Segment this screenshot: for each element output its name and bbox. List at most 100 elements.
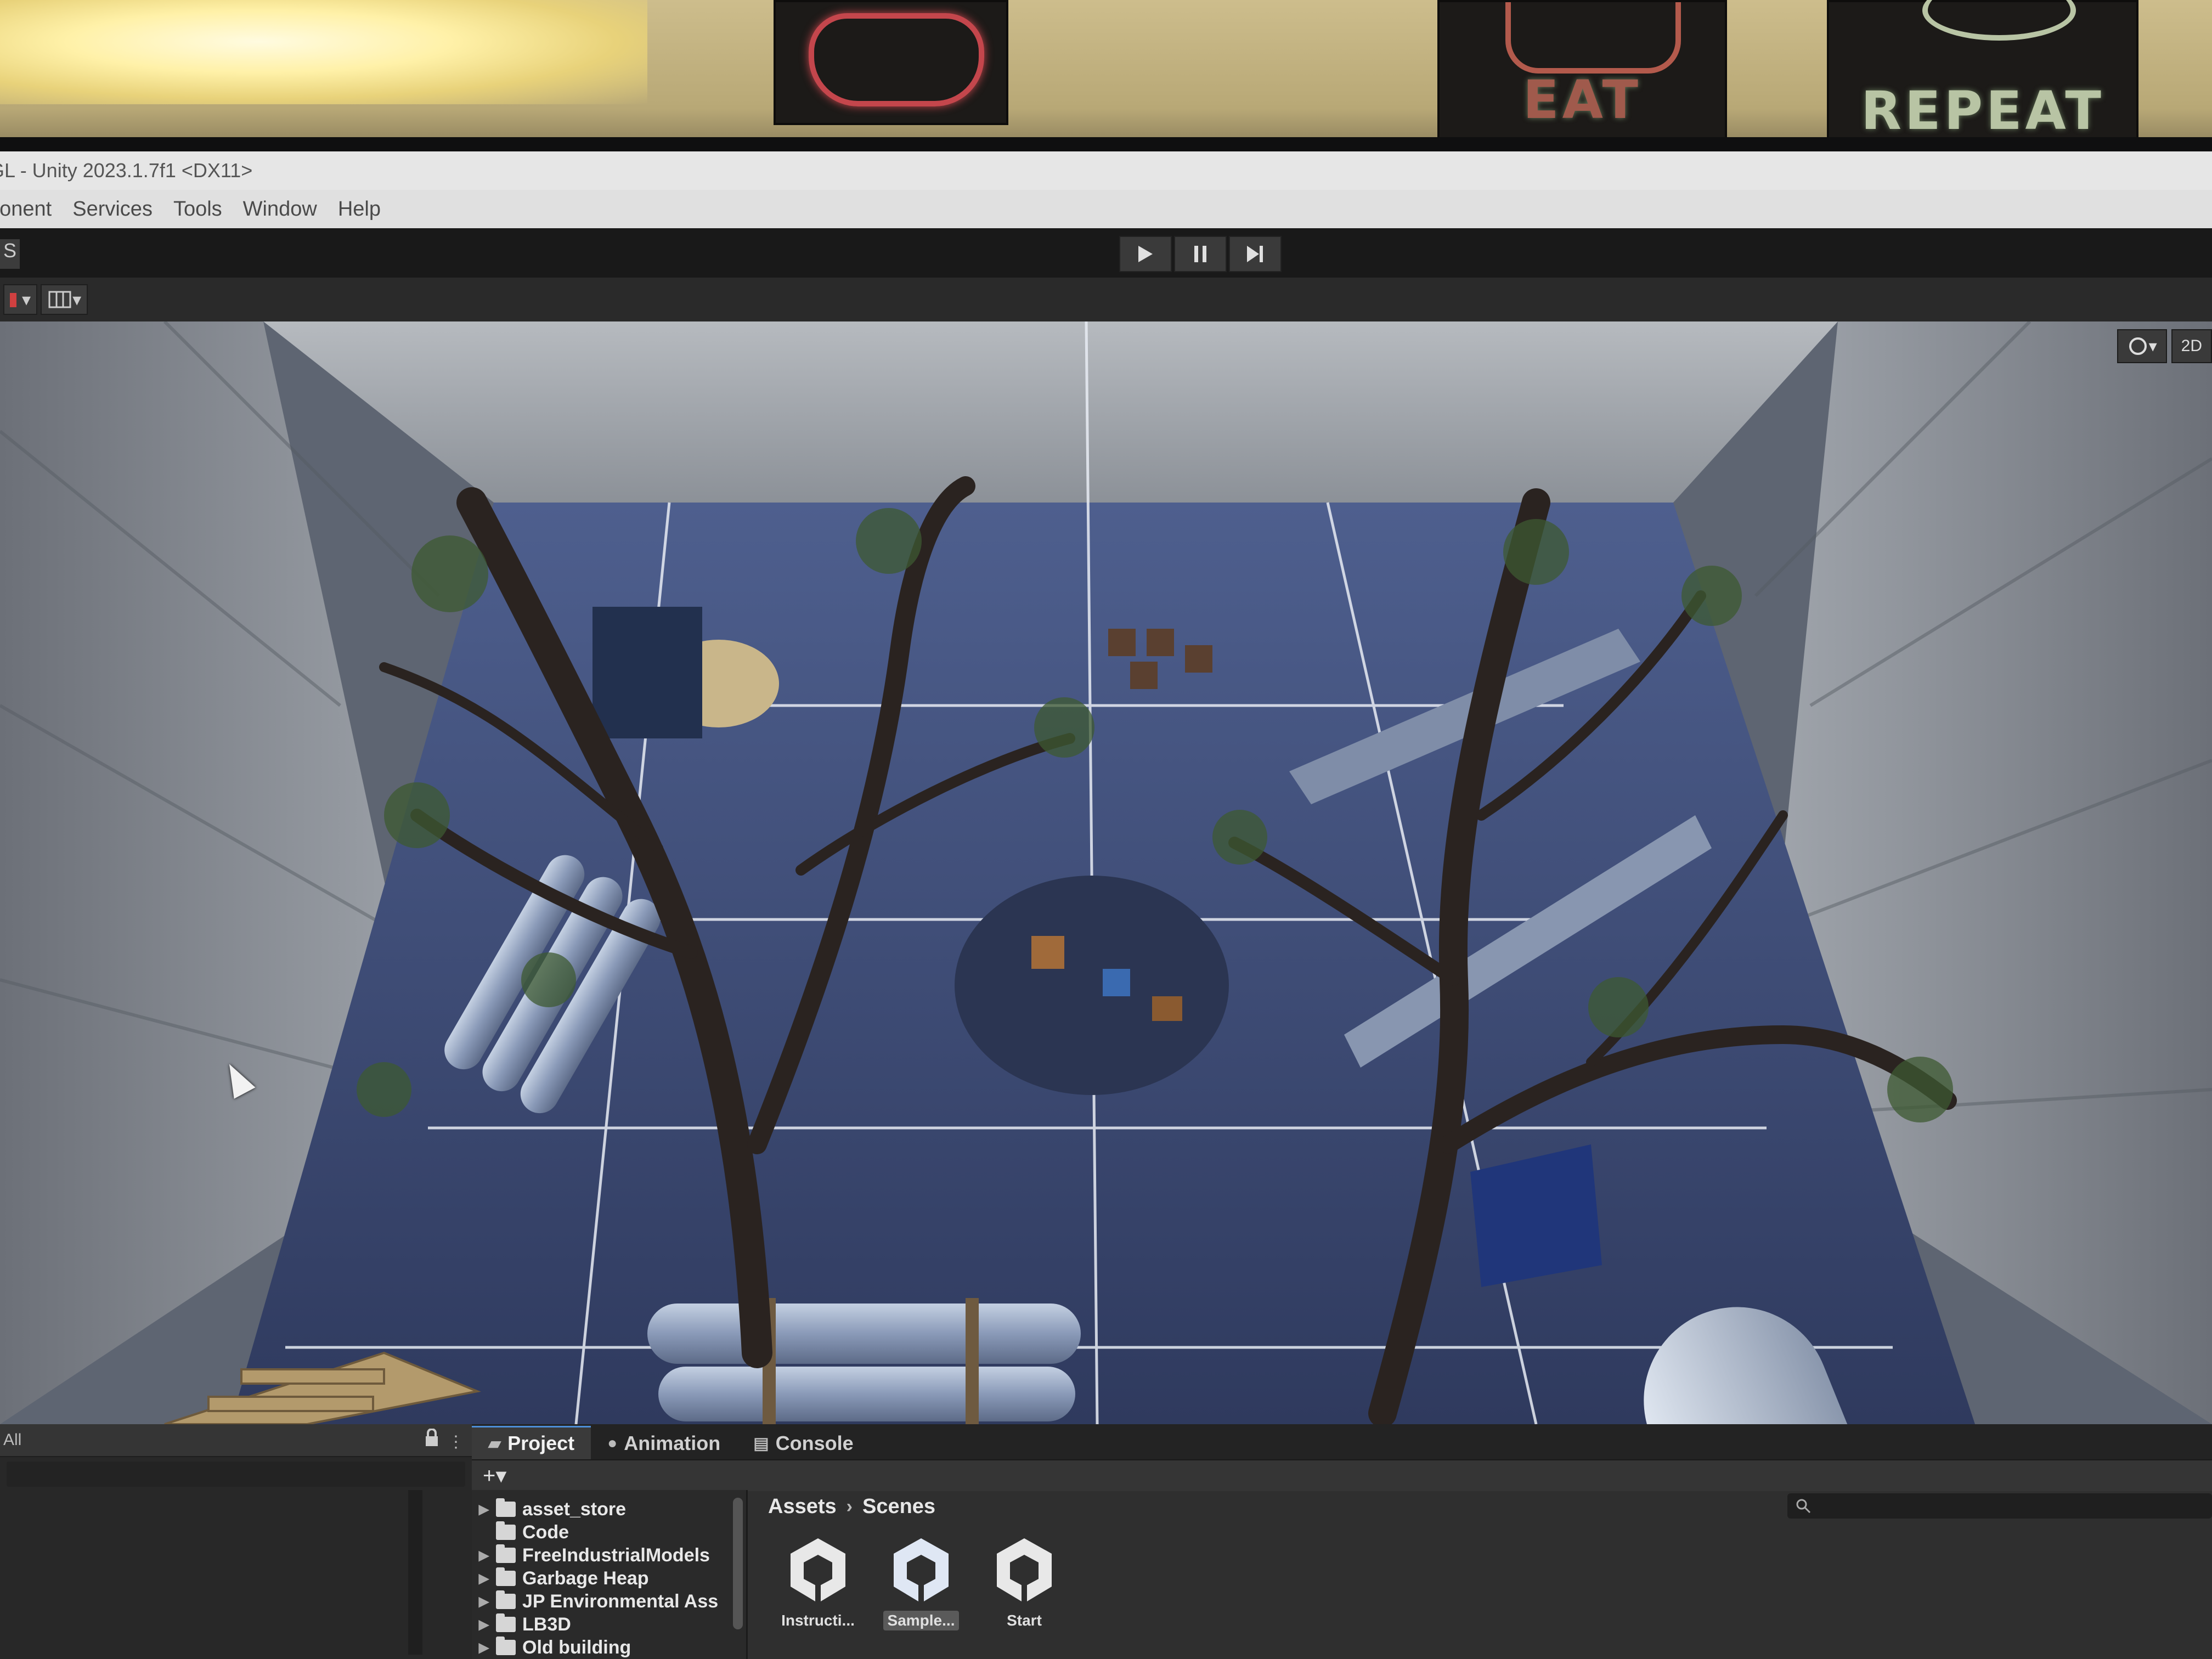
pause-button[interactable] bbox=[1174, 236, 1227, 272]
folder-item-jp-environmental[interactable]: ▶ JP Environmental Ass bbox=[472, 1590, 746, 1613]
gamepad-icon bbox=[809, 13, 984, 106]
chevron-down-icon: ▾ bbox=[22, 290, 31, 309]
expand-arrow-icon[interactable]: ▶ bbox=[472, 1617, 496, 1633]
asset-label: Start bbox=[1007, 1612, 1042, 1629]
folder-label: Old building bbox=[522, 1637, 631, 1658]
folder-item-freeindustrialmodels[interactable]: ▶ FreeIndustrialModels bbox=[472, 1544, 746, 1567]
expand-arrow-icon[interactable]: ▶ bbox=[472, 1571, 496, 1587]
folder-icon bbox=[496, 1521, 516, 1540]
chevron-right-icon: › bbox=[846, 1496, 853, 1517]
gizmo-icon bbox=[2129, 337, 2147, 355]
grid-snapping-dropdown[interactable]: ▾ bbox=[41, 284, 88, 315]
expand-arrow-icon[interactable]: ▶ bbox=[472, 1548, 496, 1564]
toggle-2d-button[interactable]: 2D bbox=[2171, 329, 2212, 363]
folder-icon: ▰ bbox=[488, 1434, 501, 1453]
draw-mode-dropdown[interactable]: ▾ bbox=[3, 284, 38, 315]
tab-animation-label: Animation bbox=[624, 1432, 721, 1454]
menu-help[interactable]: Help bbox=[338, 198, 381, 221]
folder-item-old-building[interactable]: ▶ Old building bbox=[472, 1636, 746, 1659]
bottom-panels: All ⋮ ▰ Project ● Animation ▤ Console +▾… bbox=[0, 1424, 2212, 1659]
unity-scene-icon bbox=[997, 1538, 1052, 1603]
asset-search-input[interactable] bbox=[1787, 1493, 2212, 1519]
menu-component[interactable]: ponent bbox=[0, 198, 52, 221]
add-asset-button[interactable]: +▾ bbox=[483, 1463, 506, 1488]
expand-arrow-icon[interactable]: ▶ bbox=[472, 1594, 496, 1610]
gizmo-dropdown[interactable]: ▾ bbox=[2117, 329, 2167, 363]
hierarchy-filter-label[interactable]: All bbox=[3, 1431, 21, 1449]
project-panel: ▰ Project ● Animation ▤ Console +▾ ▶ ass… bbox=[472, 1424, 2212, 1659]
unity-scene-icon bbox=[894, 1538, 949, 1603]
burger-icon bbox=[1505, 2, 1681, 74]
step-button[interactable] bbox=[1229, 236, 1282, 272]
tab-project[interactable]: ▰ Project bbox=[472, 1426, 591, 1459]
breadcrumb-scenes[interactable]: Scenes bbox=[862, 1495, 935, 1519]
menu-services[interactable]: Services bbox=[72, 198, 153, 221]
lock-icon[interactable] bbox=[421, 1428, 443, 1447]
menu-tools[interactable]: Tools bbox=[173, 198, 222, 221]
folder-label: Code bbox=[522, 1521, 569, 1543]
folder-label: JP Environmental Ass bbox=[522, 1590, 719, 1612]
scene-render bbox=[0, 321, 2212, 1424]
play-icon bbox=[1138, 246, 1153, 262]
panel-tabs: ▰ Project ● Animation ▤ Console bbox=[472, 1424, 2212, 1460]
folder-icon bbox=[496, 1590, 516, 1609]
hierarchy-header: All ⋮ bbox=[0, 1424, 472, 1457]
folder-label: LB3D bbox=[522, 1613, 571, 1635]
search-icon bbox=[1796, 1499, 1811, 1514]
folder-icon bbox=[496, 1613, 516, 1632]
folder-tree: ▶ asset_store Code ▶ FreeIndustrialModel… bbox=[472, 1490, 748, 1659]
scene-toolbar: ▾ ▾ bbox=[0, 278, 2212, 321]
hierarchy-search-input[interactable] bbox=[7, 1462, 465, 1487]
hierarchy-panel: All ⋮ bbox=[0, 1424, 473, 1659]
chevron-down-icon: ▾ bbox=[2148, 337, 2157, 356]
folder-label: asset_store bbox=[522, 1498, 627, 1520]
asset-scene-sample[interactable]: Sample... bbox=[880, 1535, 962, 1630]
folder-icon bbox=[496, 1567, 516, 1586]
poster-eat-text: EAT bbox=[1523, 69, 1641, 131]
grid-icon bbox=[48, 291, 71, 308]
asset-scene-start[interactable]: Start bbox=[983, 1535, 1065, 1630]
poster-controller bbox=[774, 0, 1008, 125]
unity-editor-window: GL - Unity 2023.1.7f1 <DX11> ponent Serv… bbox=[0, 151, 2212, 1659]
folder-item-garbage-heap[interactable]: ▶ Garbage Heap bbox=[472, 1567, 746, 1590]
toolbar-edge-button[interactable]: S bbox=[0, 239, 20, 269]
hierarchy-header-controls: ⋮ bbox=[421, 1428, 464, 1452]
scene-view[interactable]: ▾ 2D bbox=[0, 321, 2212, 1424]
play-button[interactable] bbox=[1119, 236, 1172, 272]
poster-eat: EAT bbox=[1437, 0, 1727, 142]
scene-overlay-controls: ▾ 2D bbox=[2117, 329, 2212, 363]
tab-animation[interactable]: ● Animation bbox=[591, 1427, 737, 1459]
tab-console[interactable]: ▤ Console bbox=[737, 1427, 870, 1459]
folder-icon bbox=[496, 1544, 516, 1563]
folder-label: Garbage Heap bbox=[522, 1567, 649, 1589]
hierarchy-scrollbar[interactable] bbox=[408, 1490, 422, 1655]
console-icon: ▤ bbox=[753, 1434, 769, 1453]
folder-item-lb3d[interactable]: ▶ LB3D bbox=[472, 1613, 746, 1636]
shading-icon bbox=[10, 293, 16, 307]
main-toolbar: S bbox=[0, 228, 2212, 278]
title-bar: GL - Unity 2023.1.7f1 <DX11> bbox=[0, 151, 2212, 190]
tab-project-label: Project bbox=[507, 1432, 575, 1454]
menu-bar: ponent Services Tools Window Help bbox=[0, 190, 2212, 228]
unity-scene-icon bbox=[791, 1538, 845, 1603]
tab-console-label: Console bbox=[775, 1432, 854, 1454]
ceiling-light bbox=[0, 0, 647, 104]
folder-label: FreeIndustrialModels bbox=[522, 1544, 710, 1566]
play-controls bbox=[1119, 236, 1282, 272]
expand-arrow-icon[interactable]: ▶ bbox=[472, 1640, 496, 1656]
pause-icon bbox=[1194, 246, 1206, 262]
repeat-arrow-icon bbox=[1922, 0, 2076, 41]
window-title: GL - Unity 2023.1.7f1 <DX11> bbox=[0, 159, 253, 182]
folder-tree-scrollbar[interactable] bbox=[733, 1498, 743, 1629]
folder-item-asset-store[interactable]: ▶ asset_store bbox=[472, 1498, 746, 1521]
menu-window[interactable]: Window bbox=[243, 198, 317, 221]
animation-icon: ● bbox=[607, 1434, 618, 1452]
asset-scene-instructions[interactable]: Instructi... bbox=[777, 1535, 859, 1630]
asset-label: Instructi... bbox=[781, 1612, 855, 1629]
more-options-icon[interactable]: ⋮ bbox=[448, 1433, 464, 1451]
asset-label: Sample... bbox=[883, 1611, 960, 1630]
folder-item-code[interactable]: Code bbox=[472, 1521, 746, 1544]
folder-icon bbox=[496, 1498, 516, 1517]
breadcrumb-assets[interactable]: Assets bbox=[768, 1495, 837, 1519]
expand-arrow-icon[interactable]: ▶ bbox=[472, 1502, 496, 1517]
